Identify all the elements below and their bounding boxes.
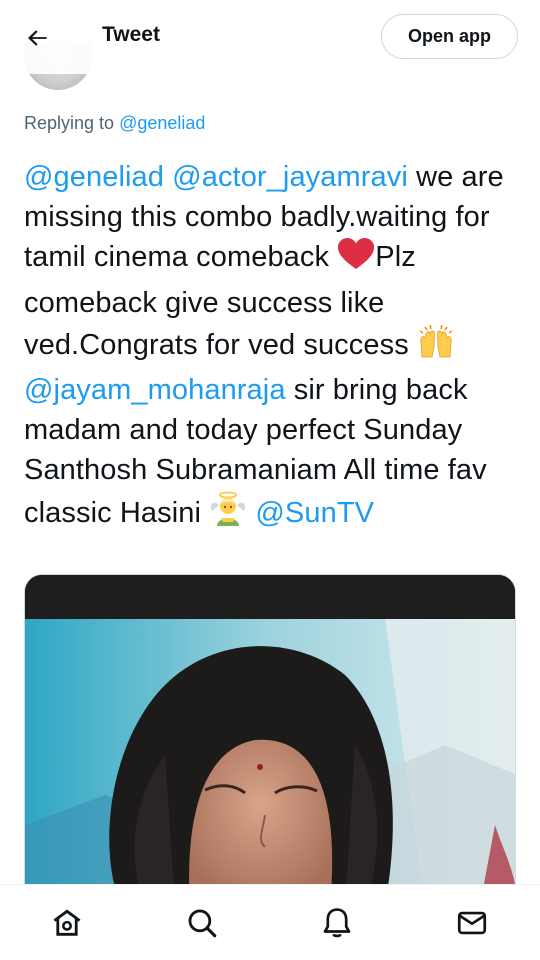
mention-link[interactable]: @SunTV <box>255 497 374 529</box>
media-photo <box>25 575 515 903</box>
page-title: Tweet <box>102 23 160 46</box>
header: Tweet Open app <box>0 0 540 74</box>
bell-icon <box>323 908 351 938</box>
bottom-navigation <box>0 884 540 960</box>
nav-home[interactable] <box>49 905 85 941</box>
nav-search[interactable] <box>184 905 220 941</box>
mention-link[interactable]: @actor_jayamravi <box>172 161 408 193</box>
top-bar: Tweet Open app <box>0 0 540 90</box>
tweet-media-image[interactable] <box>24 574 516 904</box>
mail-icon <box>457 911 487 935</box>
arrow-left-icon <box>28 30 47 46</box>
search-icon <box>188 909 217 938</box>
replying-prefix: Replying to <box>24 113 115 133</box>
replying-to: Replying to @geneliad <box>24 113 205 134</box>
replying-handle-link[interactable]: @geneliad <box>119 113 205 133</box>
open-app-button[interactable]: Open app <box>381 14 518 59</box>
raising-hands-emoji <box>417 323 455 370</box>
angel-emoji <box>209 491 247 538</box>
back-button[interactable] <box>22 22 54 54</box>
red-heart-emoji <box>337 237 375 282</box>
home-icon <box>53 909 81 936</box>
tweet-text: @geneliad @actor_jayamravi we are missin… <box>24 157 524 538</box>
mention-link[interactable]: @jayam_mohanraja <box>24 374 286 406</box>
mention-link[interactable]: @geneliad <box>24 161 164 193</box>
nav-notifications[interactable] <box>319 905 355 941</box>
nav-messages[interactable] <box>454 905 490 941</box>
